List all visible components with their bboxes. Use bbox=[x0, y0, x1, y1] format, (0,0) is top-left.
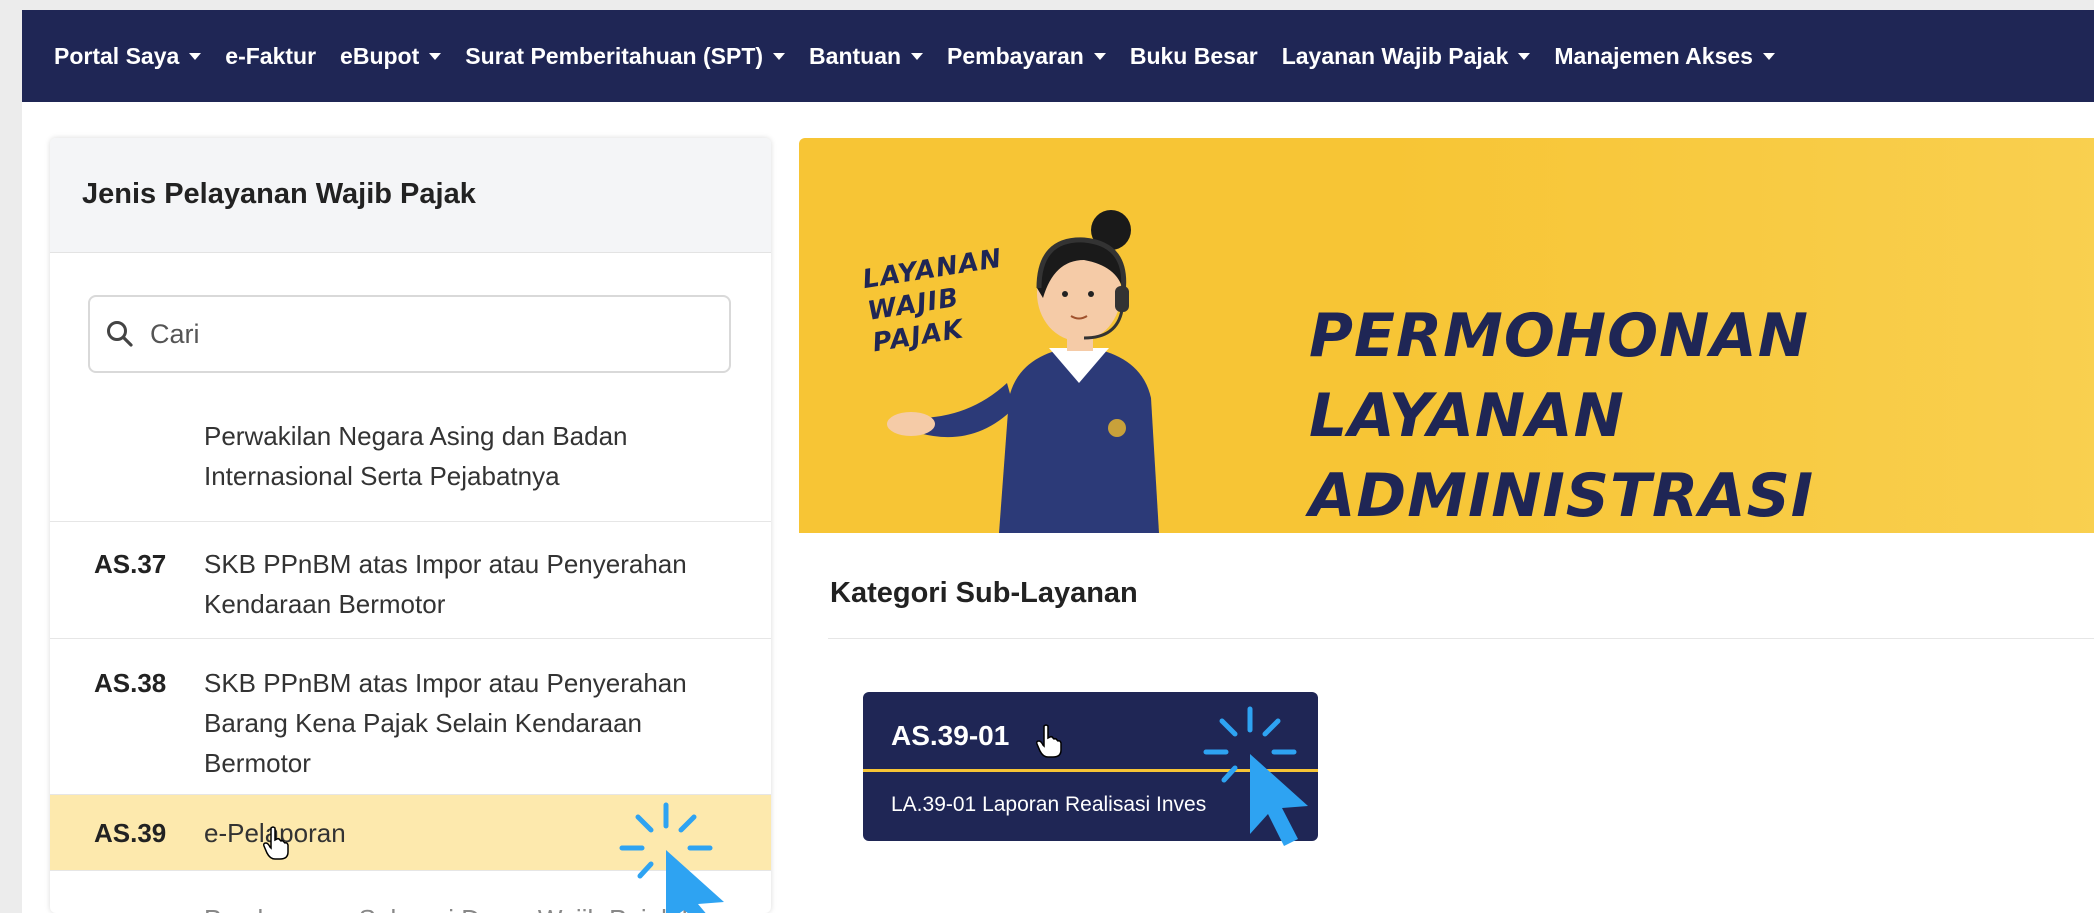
banner-title: PERMOHONAN LAYANAN ADMINISTRASI bbox=[1309, 296, 2094, 536]
nav-ebupot[interactable]: eBupot bbox=[340, 42, 442, 70]
app-frame: Portal Saya e-Faktur eBupot Surat Pember… bbox=[22, 10, 2094, 913]
caret-down-icon bbox=[1518, 52, 1531, 60]
banner-title-line: ADMINISTRASI bbox=[1309, 461, 1815, 531]
search-input[interactable] bbox=[148, 317, 712, 351]
list-item[interactable]: Perwakilan Negara Asing dan Badan Intern… bbox=[50, 406, 771, 522]
service-label-line: SKB PPnBM atas Impor atau Penyerahan bbox=[204, 549, 687, 579]
top-navigation: Portal Saya e-Faktur eBupot Surat Pember… bbox=[22, 10, 2094, 102]
caret-down-icon bbox=[1093, 52, 1106, 60]
nav-label: e-Faktur bbox=[225, 42, 317, 69]
service-code: AS.39 bbox=[94, 818, 167, 848]
caret-down-icon bbox=[911, 52, 924, 60]
nav-label: Buku Besar bbox=[1129, 42, 1258, 69]
nav-bantuan[interactable]: Bantuan bbox=[809, 42, 924, 70]
service-type-panel: Jenis Pelayanan Wajib Pajak Perwakilan N… bbox=[50, 138, 771, 913]
service-label: Perwakilan Negara Asing dan Badan Intern… bbox=[204, 416, 628, 521]
card-title: LA.39-01 Laporan Realisasi Inves bbox=[891, 793, 1207, 816]
service-label: SKB PPnBM atas Impor atau Penyerahan Ken… bbox=[204, 544, 687, 638]
search-icon bbox=[107, 321, 133, 347]
list-item[interactable]: AS.38 SKB PPnBM atas Impor atau Penyerah… bbox=[50, 639, 771, 795]
panel-title: Jenis Pelayanan Wajib Pajak bbox=[50, 138, 771, 253]
caret-down-icon bbox=[429, 52, 442, 60]
banner-title-line: PERMOHONAN LAYANAN bbox=[1309, 301, 1809, 451]
service-label-line: Internasional Serta Pejabatnya bbox=[204, 461, 560, 491]
service-label-line: Perwakilan Negara Asing dan Badan bbox=[204, 421, 628, 451]
click-pointer-icon bbox=[619, 802, 724, 913]
nav-label: Layanan Wajib Pajak bbox=[1281, 42, 1509, 69]
service-label-line: SKB PPnBM atas Impor atau Penyerahan bbox=[204, 668, 687, 698]
nav-pembayaran[interactable]: Pembayaran bbox=[947, 43, 1106, 70]
caret-down-icon bbox=[1762, 52, 1775, 60]
customer-service-illustration bbox=[887, 210, 1159, 533]
nav-buku-besar[interactable]: Buku Besar bbox=[1130, 43, 1258, 70]
caret-down-icon bbox=[189, 52, 202, 60]
service-label-line: Kendaraan Bermotor bbox=[204, 589, 446, 619]
divider bbox=[828, 638, 2094, 639]
nav-label: eBupot bbox=[340, 42, 420, 69]
hero-banner: LAYANAN WAJIB PAJAK PERMOHONAN LAYANAN A… bbox=[799, 138, 2094, 533]
click-pointer-icon bbox=[1203, 706, 1308, 846]
card-code: AS.39-01 bbox=[891, 720, 1010, 751]
service-code bbox=[50, 416, 204, 521]
nav-manajemen-akses[interactable]: Manajemen Akses bbox=[1554, 43, 1775, 70]
hand-cursor-icon bbox=[263, 826, 289, 860]
service-code: AS.37 bbox=[94, 549, 167, 579]
caret-down-icon bbox=[773, 52, 786, 60]
nav-label: Bantuan bbox=[809, 42, 902, 69]
hand-cursor-icon bbox=[1036, 724, 1062, 758]
nav-label: Manajemen Akses bbox=[1554, 42, 1753, 69]
nav-e-faktur[interactable]: e-Faktur bbox=[225, 43, 316, 70]
nav-label: Portal Saya bbox=[54, 42, 180, 69]
service-code: AS.38 bbox=[94, 668, 167, 698]
search-box[interactable] bbox=[88, 295, 731, 373]
nav-spt[interactable]: Surat Pemberitahuan (SPT) bbox=[465, 42, 786, 70]
section-title: Kategori Sub-Layanan bbox=[830, 577, 1138, 609]
service-label: SKB PPnBM atas Impor atau Penyerahan Bar… bbox=[204, 663, 687, 794]
nav-portal-saya[interactable]: Portal Saya bbox=[54, 42, 202, 70]
nav-label: Surat Pemberitahuan (SPT) bbox=[465, 42, 764, 69]
service-label-line: Barang Kena Pajak Selain Kendaraan bbox=[204, 708, 642, 738]
list-item[interactable]: AS.37 SKB PPnBM atas Impor atau Penyerah… bbox=[50, 522, 771, 639]
service-label-line: Bermotor bbox=[204, 748, 311, 778]
service-code bbox=[50, 899, 204, 913]
nav-label: Pembayaran bbox=[947, 42, 1084, 69]
nav-layanan-wajib-pajak[interactable]: Layanan Wajib Pajak bbox=[1282, 43, 1531, 70]
